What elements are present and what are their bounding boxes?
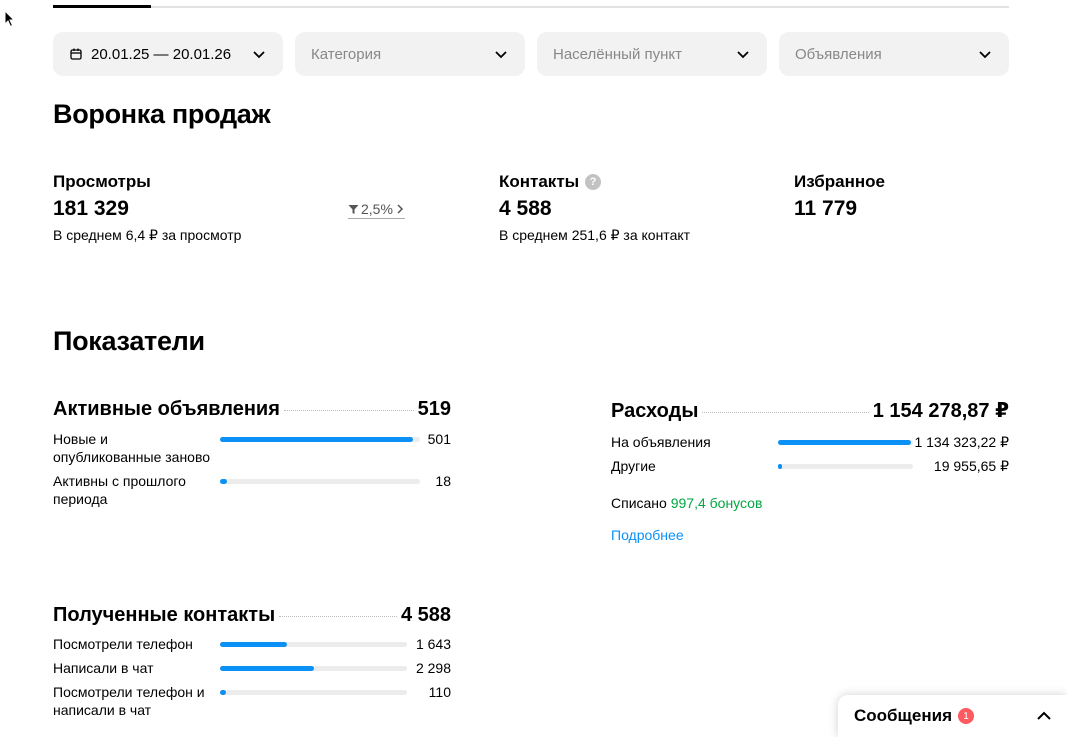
chevron-up-icon[interactable] xyxy=(1035,707,1053,725)
expenses-title: Расходы xyxy=(611,400,699,422)
views-label: Просмотры xyxy=(53,172,151,191)
active-ads-block: Активные объявления 519 Новые и опублико… xyxy=(53,398,451,508)
locality-placeholder: Населённый пункт xyxy=(553,45,683,63)
list-item: Посмотрели телефон 1 643 xyxy=(53,635,451,653)
progress-fill xyxy=(220,642,287,647)
progress-bar xyxy=(778,440,913,445)
list-item: Активны с прошлого периода 18 xyxy=(53,472,451,508)
row-value: 18 xyxy=(435,473,451,489)
more-details-link[interactable]: Подробнее xyxy=(611,527,684,543)
progress-bar xyxy=(220,690,407,695)
received-contacts-total: 4 588 xyxy=(400,604,451,626)
row-label: Другие xyxy=(611,458,656,474)
unread-badge: 1 xyxy=(957,708,974,724)
row-label: Посмотрели телефон и написали в чат xyxy=(53,684,205,718)
chevron-down-icon xyxy=(979,51,991,59)
chevron-down-icon xyxy=(253,51,265,59)
dotted-leader xyxy=(283,410,414,411)
row-label: На объявления xyxy=(611,434,711,450)
sales-funnel-title: Воронка продаж xyxy=(53,99,271,129)
row-value: 1 134 323,22 ₽ xyxy=(914,434,1009,450)
mouse-cursor-icon xyxy=(4,10,16,28)
progress-bar xyxy=(778,464,913,469)
progress-bar xyxy=(220,642,407,647)
active-tab-indicator xyxy=(53,5,151,8)
row-label: Активны с прошлого периода xyxy=(53,473,186,507)
contacts-average: В среднем 251,6 ₽ за контакт xyxy=(499,227,691,243)
progress-bar xyxy=(220,666,407,671)
ads-filter[interactable]: Объявления xyxy=(779,32,1009,76)
active-ads-total: 519 xyxy=(417,398,451,420)
spent-prefix: Списано xyxy=(611,495,667,511)
views-metric: Просмотры 181 329 В среднем 6,4 ₽ за про… xyxy=(53,172,241,244)
contacts-value: 4 588 xyxy=(499,197,552,220)
date-range-value: 20.01.25 — 20.01.26 xyxy=(91,45,232,63)
indicators-title: Показатели xyxy=(53,326,205,356)
progress-fill xyxy=(220,690,226,695)
locality-filter[interactable]: Населённый пункт xyxy=(537,32,767,76)
progress-fill xyxy=(220,479,227,484)
list-item: Новые и опубликованные заново 501 xyxy=(53,430,451,466)
views-average: В среднем 6,4 ₽ за просмотр xyxy=(53,227,242,243)
views-value: 181 329 xyxy=(53,197,129,220)
row-label: Посмотрели телефон xyxy=(53,636,193,652)
list-item: На объявления 1 134 323,22 ₽ xyxy=(611,433,1009,451)
progress-bar xyxy=(220,479,420,484)
dotted-leader xyxy=(702,412,869,413)
favorites-label: Избранное xyxy=(794,172,885,191)
category-filter[interactable]: Категория xyxy=(295,32,525,76)
progress-fill xyxy=(220,437,413,442)
row-value: 110 xyxy=(428,684,451,700)
bonus-spent-text: Списано 997,4 бонусов xyxy=(611,495,762,511)
ads-placeholder: Объявления xyxy=(795,45,882,63)
received-contacts-block: Полученные контакты 4 588 Посмотрели тел… xyxy=(53,604,451,719)
list-item: Посмотрели телефон и написали в чат 110 xyxy=(53,683,451,719)
progress-fill xyxy=(778,464,783,469)
list-item: Другие 19 955,65 ₽ xyxy=(611,457,1009,475)
spent-bonus-amount: 997,4 бонусов xyxy=(670,495,763,511)
row-value: 2 298 xyxy=(415,660,451,676)
chevron-right-icon xyxy=(397,204,403,214)
progress-bar xyxy=(220,437,420,442)
active-ads-title: Активные объявления xyxy=(53,398,280,420)
row-value: 19 955,65 ₽ xyxy=(933,458,1009,474)
contacts-label: Контакты xyxy=(499,172,580,191)
conversion-link[interactable]: 2,5% xyxy=(348,201,405,219)
favorites-value: 11 779 xyxy=(794,197,858,220)
favorites-metric: Избранное 11 779 xyxy=(794,172,885,221)
dotted-leader xyxy=(279,616,397,617)
chevron-down-icon xyxy=(495,51,507,59)
tabs-underline xyxy=(53,6,1009,8)
contacts-metric: Контакты ? 4 588 В среднем 251,6 ₽ за ко… xyxy=(499,172,690,244)
help-icon[interactable]: ? xyxy=(585,174,602,190)
row-value: 501 xyxy=(427,431,451,447)
row-label: Новые и опубликованные заново xyxy=(53,431,211,465)
category-placeholder: Категория xyxy=(311,45,382,63)
progress-fill xyxy=(220,666,314,671)
list-item: Написали в чат 2 298 xyxy=(53,659,451,677)
progress-fill xyxy=(778,440,911,445)
expenses-block: Расходы 1 154 278,87 ₽ На объявления 1 1… xyxy=(611,398,1009,475)
received-contacts-title: Полученные контакты xyxy=(53,604,276,626)
row-label: Написали в чат xyxy=(53,660,154,676)
date-range-filter[interactable]: 20.01.25 — 20.01.26 xyxy=(53,32,283,76)
row-value: 1 643 xyxy=(415,636,451,652)
expenses-total: 1 154 278,87 ₽ xyxy=(872,400,1009,422)
messages-label: Сообщения xyxy=(854,706,952,725)
conversion-value: 2,5% xyxy=(361,201,393,217)
calendar-icon xyxy=(70,48,82,60)
funnel-icon xyxy=(348,204,359,214)
chevron-down-icon xyxy=(737,51,749,59)
filters-bar: 20.01.25 — 20.01.26 Категория Населённый… xyxy=(53,32,1009,76)
messages-widget[interactable]: Сообщения 1 xyxy=(838,695,1067,737)
